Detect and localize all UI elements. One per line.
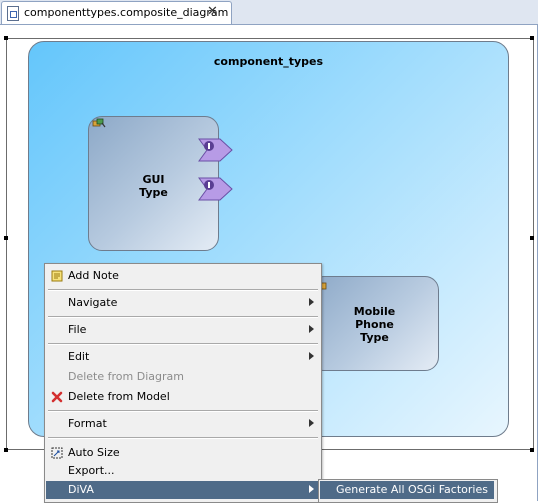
menu-separator	[48, 316, 318, 318]
menu-separator	[48, 343, 318, 345]
editor-tab-bar: componenttypes.composite_diagram ✕	[0, 0, 538, 25]
menu-item-label: Delete from Model	[68, 390, 170, 403]
menu-item-export[interactable]: Export...	[46, 462, 320, 480]
resize-handle[interactable]	[4, 36, 8, 40]
resize-handle[interactable]	[4, 448, 8, 452]
submenu-arrow-icon	[309, 325, 314, 333]
menu-item-edit[interactable]: Edit	[46, 348, 320, 366]
component-mobile-phone-type[interactable]: Mobile Phone Type	[310, 276, 439, 371]
service-port-icon[interactable]	[198, 138, 234, 162]
menu-separator	[48, 410, 318, 412]
resize-handle[interactable]	[530, 236, 534, 240]
menu-item-label: Export...	[68, 464, 115, 477]
component-type-icon	[92, 118, 106, 128]
service-port-icon[interactable]	[198, 177, 234, 201]
menu-separator	[48, 437, 318, 439]
resize-handle[interactable]	[530, 448, 534, 452]
menu-item-label: Edit	[68, 350, 90, 363]
menu-item-label: Format	[68, 417, 107, 430]
menu-item-generate-all-osgi-factories[interactable]: Generate All OSGi Factories	[320, 481, 494, 499]
menu-item-label: DiVA	[68, 483, 94, 496]
menu-item-label: Add Note	[68, 269, 119, 282]
menu-item-add-note[interactable]: Add Note	[46, 267, 320, 285]
submenu-arrow-icon	[309, 485, 314, 493]
red-x-icon	[51, 391, 63, 403]
menu-item-navigate[interactable]: Navigate	[46, 294, 320, 312]
submenu-arrow-icon	[309, 419, 314, 427]
menu-item-label: Generate All OSGi Factories	[336, 483, 488, 496]
menu-item-label: File	[68, 323, 87, 336]
menu-item-format[interactable]: Format	[46, 415, 320, 433]
composite-title: component_types	[213, 55, 324, 68]
editor-tab[interactable]: componenttypes.composite_diagram ✕	[1, 1, 232, 24]
resize-handle[interactable]	[4, 236, 8, 240]
submenu-arrow-icon	[309, 352, 314, 360]
menu-item-file[interactable]: File	[46, 321, 320, 339]
resize-handle[interactable]	[530, 36, 534, 40]
note-icon	[51, 270, 63, 282]
diva-submenu: Generate All OSGi Factories	[318, 479, 498, 503]
diagram-file-icon	[7, 6, 19, 21]
close-icon[interactable]: ✕	[207, 4, 218, 19]
component-name: Mobile Phone Type	[353, 305, 396, 344]
auto-size-icon	[51, 447, 63, 459]
menu-item-delete-from-model[interactable]: Delete from Model	[46, 388, 320, 406]
menu-item-diva[interactable]: DiVA	[46, 481, 320, 499]
context-menu: Add Note Navigate File Edit Delete from …	[44, 263, 322, 503]
menu-item-label: Auto Size	[68, 446, 120, 459]
menu-item-auto-size[interactable]: Auto Size	[46, 444, 320, 462]
menu-item-label: Delete from Diagram	[68, 370, 184, 383]
submenu-arrow-icon	[309, 298, 314, 306]
editor-tab-title: componenttypes.composite_diagram	[24, 6, 229, 19]
menu-item-delete-from-diagram: Delete from Diagram	[46, 368, 320, 386]
menu-separator	[48, 289, 318, 291]
menu-item-label: Navigate	[68, 296, 118, 309]
